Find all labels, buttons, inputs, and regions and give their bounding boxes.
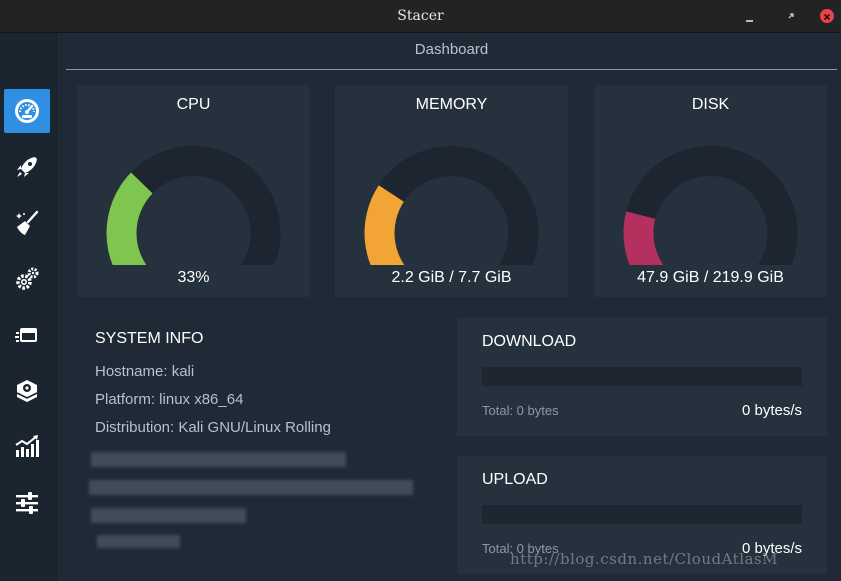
cpu-gauge: [106, 146, 281, 265]
upload-graph: [482, 505, 802, 524]
sidebar-item-startup-apps[interactable]: [4, 145, 50, 189]
disk-gauge-value: 47.9 GiB / 219.9 GiB: [637, 269, 784, 286]
disk-gauge-card: DISK 47.9 GiB / 219.9 GiB: [594, 85, 827, 297]
redacted-info-line: [91, 452, 346, 467]
hostname-text: Hostname: kali: [95, 363, 195, 380]
window-title: Stacer: [397, 8, 444, 24]
download-rate: 0 bytes/s: [741, 402, 802, 419]
cpu-gauge-card: CPU 33%: [77, 85, 310, 297]
minimize-icon: [746, 20, 753, 22]
close-button[interactable]: [820, 9, 834, 23]
speedometer-icon: [15, 99, 39, 123]
maximize-button[interactable]: [785, 9, 799, 23]
sidebar-item-dashboard[interactable]: [4, 89, 50, 133]
redacted-info-line: [89, 480, 413, 495]
rocket-icon: [17, 157, 37, 177]
upload-title: UPLOAD: [482, 471, 548, 488]
disk-gauge-title: DISK: [691, 96, 730, 113]
sidebar-item-resources[interactable]: [4, 425, 50, 469]
download-total: Total: 0 bytes: [482, 403, 559, 418]
system-info-panel: SYSTEM INFO Hostname: kali Platform: lin…: [95, 330, 435, 447]
download-title: DOWNLOAD: [482, 333, 577, 350]
memory-gauge-value: 2.2 GiB / 7.7 GiB: [391, 269, 512, 286]
sidebar-item-processes[interactable]: [4, 313, 50, 357]
download-graph: [482, 367, 802, 386]
disk-gauge-fill: [623, 211, 664, 265]
memory-gauge-card: MEMORY 2.2 GiB / 7.7 GiB: [335, 85, 568, 297]
package-icon: [16, 380, 38, 402]
distribution-text: Distribution: Kali GNU/Linux Rolling: [95, 419, 331, 436]
memory-gauge: [364, 146, 539, 265]
close-icon: [823, 13, 831, 21]
download-card: DOWNLOAD Total: 0 bytes 0 bytes/s: [457, 318, 827, 436]
cpu-gauge-title: CPU: [176, 96, 211, 113]
sidebar-item-settings[interactable]: [4, 481, 50, 525]
window-stack-icon: [15, 328, 37, 342]
sliders-icon: [16, 492, 38, 514]
title-divider: [66, 69, 837, 70]
bar-chart-icon: [15, 435, 39, 457]
sidebar: [0, 33, 57, 581]
broom-icon: [16, 210, 39, 235]
page-title: Dashboard: [414, 41, 489, 58]
dashboard-panel: Dashboard CPU 33% MEMORY 2.2 GiB / 7.7 G…: [58, 33, 841, 581]
minimize-button[interactable]: [743, 9, 757, 23]
sidebar-item-uninstaller[interactable]: [4, 369, 50, 413]
system-info-title: SYSTEM INFO: [95, 330, 204, 347]
sidebar-item-system-cleaner[interactable]: [4, 201, 50, 245]
sidebar-item-services[interactable]: [4, 257, 50, 301]
disk-gauge: [623, 146, 798, 265]
platform-text: Platform: linux x86_64: [95, 391, 244, 408]
cpu-gauge-value: 33%: [177, 269, 210, 286]
maximize-icon: [788, 13, 794, 19]
redacted-info-line: [97, 535, 180, 548]
title-bar: Stacer: [0, 0, 841, 33]
watermark-text: http://blog.csdn.net/CloudAtlasM: [510, 550, 778, 568]
memory-gauge-title: MEMORY: [415, 96, 488, 113]
redacted-info-line: [91, 508, 246, 523]
gears-icon: [16, 267, 39, 290]
